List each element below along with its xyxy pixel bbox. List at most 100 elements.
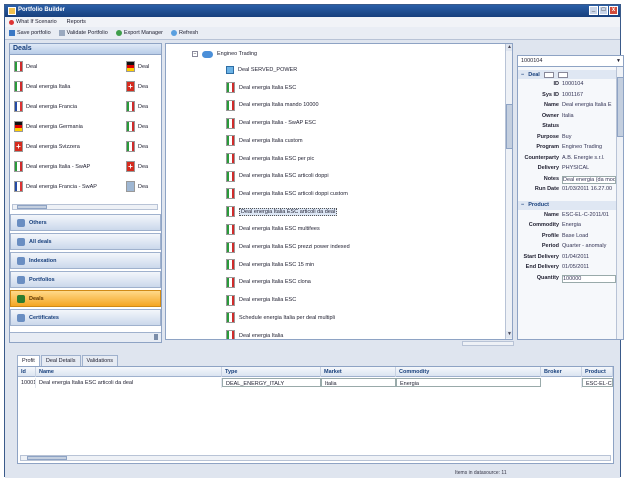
column-header[interactable]: Market: [321, 367, 396, 377]
prop-action-button[interactable]: [543, 71, 554, 78]
portfolio-builder-window: Portfolio Builder _ □ x What If Scenario…: [4, 4, 624, 478]
deal-item[interactable]: + Dea: [126, 80, 160, 93]
deals-hscroll-thumb[interactable]: [17, 205, 47, 209]
tree-item[interactable]: Deal energia Italia: [226, 328, 283, 339]
nav-item-others[interactable]: Others: [10, 214, 161, 231]
prop-value[interactable]: PHYSICAL: [562, 165, 616, 174]
nav-item-certificates[interactable]: Certificates: [10, 309, 161, 326]
deal-item[interactable]: Deal energia Germania: [14, 120, 122, 133]
prop-group-label: Product: [528, 202, 549, 208]
nav-item-all-deals[interactable]: All deals: [10, 233, 161, 250]
deal-item[interactable]: Dea: [126, 120, 160, 133]
deal-item[interactable]: Deal energia Francia - SwAP: [14, 180, 122, 193]
export-manager-button[interactable]: Export Manager: [115, 30, 163, 36]
column-header[interactable]: Commodity: [396, 367, 541, 377]
deal-item[interactable]: Deal: [14, 60, 122, 73]
prop-value[interactable]: ESC-EL-C-2011/01: [562, 212, 616, 221]
column-header[interactable]: Broker: [541, 367, 582, 377]
column-header[interactable]: Name: [36, 367, 222, 377]
scroll-down-icon[interactable]: ▼: [506, 331, 512, 338]
deal-item[interactable]: Dea: [126, 180, 160, 193]
nav-item-portfolios[interactable]: Portfolios: [10, 271, 161, 288]
expand-icon[interactable]: −: [521, 202, 524, 208]
maximize-button[interactable]: □: [599, 6, 608, 15]
tab-deal-details[interactable]: Deal Details: [40, 355, 81, 366]
deal-item[interactable]: Deal energia Italia: [14, 80, 122, 93]
tree-item[interactable]: Deal energia Italia ESC 15 min: [226, 257, 314, 273]
deals-hscrollbar[interactable]: [12, 204, 158, 210]
prop-value[interactable]: Deal energia Italia E: [562, 102, 616, 111]
close-button[interactable]: x: [609, 6, 618, 15]
prop-value[interactable]: [562, 123, 616, 132]
props-vscrollbar[interactable]: [616, 67, 623, 339]
prop-value[interactable]: A.B. Energie s.r.l.: [562, 155, 616, 164]
deal-item[interactable]: Dea: [126, 140, 160, 153]
tree-vscrollbar[interactable]: ▲ ▼: [505, 44, 512, 339]
column-header[interactable]: Type: [222, 367, 321, 377]
save-icon: [9, 30, 15, 36]
tree-item[interactable]: Deal energia Italia - SwAP ESC: [226, 115, 316, 131]
prop-value[interactable]: Quarter - anomaly: [562, 243, 616, 252]
props-vscroll-thumb[interactable]: [617, 77, 623, 137]
nav-item-deals[interactable]: Deals: [10, 290, 161, 307]
prop-group-product[interactable]: − Product: [518, 200, 616, 210]
dropdown-icon[interactable]: ▼: [616, 58, 621, 64]
expand-icon[interactable]: −: [521, 72, 524, 78]
table-row[interactable]: 1000104Deal energia Italia ESC articoli …: [18, 378, 613, 388]
tree-item[interactable]: Deal energia Italia custom: [226, 133, 303, 149]
menu-whatif[interactable]: What If Scenario: [9, 19, 57, 25]
prop-value[interactable]: Deal energia (da modif: [562, 175, 616, 184]
prop-value[interactable]: 01/05/2011: [562, 264, 616, 273]
tree-vscroll-thumb[interactable]: [506, 104, 512, 149]
id-search-input[interactable]: 1000104 ▼: [518, 56, 623, 67]
validate-portfolio-button[interactable]: Validate Portfolio: [58, 30, 108, 36]
nav-item-indexation[interactable]: Indexation: [10, 252, 161, 269]
deal-item[interactable]: Dea: [126, 100, 160, 113]
tree-item[interactable]: Deal energia Italia ESC per pic: [226, 151, 314, 167]
prop-value[interactable]: Buy: [562, 134, 616, 143]
grid-hscrollbar[interactable]: [20, 455, 611, 461]
refresh-button[interactable]: Refresh: [170, 30, 198, 36]
prop-value[interactable]: Engineo Trading: [562, 144, 616, 153]
prop-action-button[interactable]: [557, 71, 568, 78]
more-icon[interactable]: [154, 334, 158, 340]
prop-value[interactable]: Energia: [562, 222, 616, 231]
tree-item[interactable]: Deal energia Italia ESC articoli doppi c…: [226, 186, 348, 202]
tree-item[interactable]: Deal energia Italia ESC articoli doppi: [226, 168, 329, 184]
tree-root[interactable]: − Engineo Trading: [192, 46, 257, 62]
tree-item[interactable]: Deal energia Italia ESC: [226, 292, 296, 308]
prop-value[interactable]: 1000104: [562, 81, 616, 90]
tree-item[interactable]: Deal energia Italia mando 10000: [226, 97, 319, 113]
prop-value[interactable]: 100000: [562, 274, 616, 283]
scroll-up-icon[interactable]: ▲: [506, 44, 512, 51]
column-header[interactable]: Id: [18, 367, 36, 377]
tree-item[interactable]: Deal energia Italia ESC prezzi power ind…: [226, 239, 350, 255]
tree-item[interactable]: Deal energia Italia ESC multifees: [226, 221, 320, 237]
prop-value[interactable]: 01/03/2011 16.27.00: [562, 186, 616, 195]
collapse-icon[interactable]: −: [192, 51, 198, 57]
tree-item[interactable]: Deal energia Italia ESC articoli da deal: [226, 204, 338, 220]
tree-item[interactable]: Deal energia Italia ESC clona: [226, 274, 311, 290]
save-label: Save portfolio: [17, 30, 51, 36]
deal-item[interactable]: Deal energia Italia - SwAP: [14, 160, 122, 173]
deal-item[interactable]: Deal energia Francia: [14, 100, 122, 113]
tree-item[interactable]: Deal energia Italia ESC: [226, 80, 296, 96]
prop-value[interactable]: 1001167: [562, 92, 616, 101]
save-portfolio-button[interactable]: Save portfolio: [9, 30, 51, 36]
tree-item[interactable]: Schedule energia Italia per deal multipl…: [226, 310, 335, 326]
prop-value[interactable]: 01/04/2011: [562, 254, 616, 263]
menu-reports[interactable]: Reports: [67, 19, 86, 25]
deal-item[interactable]: + Deal energia Svizzera: [14, 140, 122, 153]
prop-group-deal[interactable]: − Deal: [518, 70, 616, 79]
tree-item[interactable]: Deal SERVED_POWER: [226, 62, 297, 78]
column-header[interactable]: Product: [582, 367, 613, 377]
deal-item[interactable]: + Dea: [126, 160, 160, 173]
tab-profit[interactable]: Profit: [17, 355, 40, 366]
minimize-button[interactable]: _: [589, 6, 598, 15]
deal-item[interactable]: Deal: [126, 60, 160, 73]
tab-validations[interactable]: Validations: [81, 355, 118, 366]
prop-row: Name Deal energia Italia E: [518, 102, 616, 111]
prop-value[interactable]: Italia: [562, 113, 616, 122]
grid-hscroll-thumb[interactable]: [27, 456, 67, 460]
prop-value[interactable]: Base Load: [562, 233, 616, 242]
